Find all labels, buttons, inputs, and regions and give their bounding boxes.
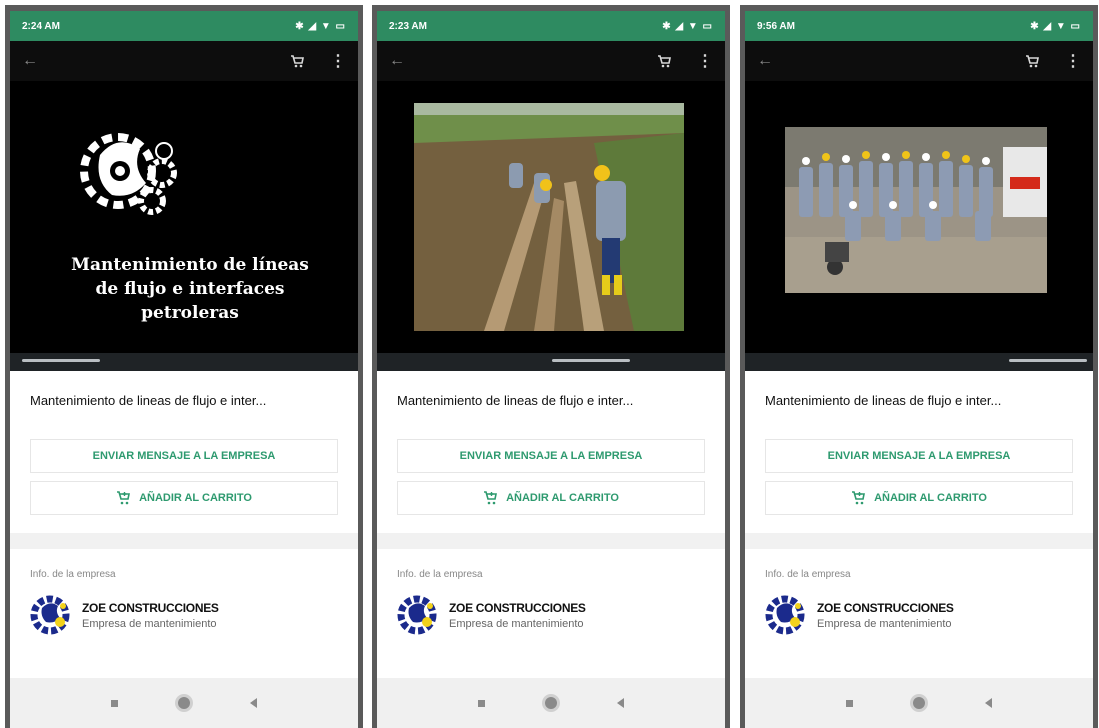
send-message-label: ENVIAR MENSAJE A LA EMPRESA	[827, 450, 1011, 462]
add-to-cart-button[interactable]: AÑADIR AL CARRITO	[765, 481, 1073, 515]
back-button-icon[interactable]	[250, 698, 257, 708]
recents-button-icon[interactable]	[111, 699, 118, 707]
home-button-icon[interactable]	[178, 697, 190, 709]
cart-icon[interactable]	[657, 54, 671, 68]
more-vert-icon[interactable]: ⋮	[330, 51, 346, 71]
carousel-indicator[interactable]	[1009, 359, 1087, 362]
status-bar: 2:24 AM ✱ ◢ ▼ ▭	[10, 11, 358, 41]
send-message-label: ENVIAR MENSAJE A LA EMPRESA	[459, 450, 643, 462]
product-image-carousel[interactable]	[745, 81, 1093, 371]
screen: 2:23 AM ✱ ◢ ▼ ▭ ← ⋮ Mantenimiento de lin…	[377, 11, 725, 728]
product-details: Mantenimiento de lineas de flujo e inter…	[10, 371, 358, 636]
add-cart-icon	[852, 491, 866, 505]
company-card[interactable]: ZOE CONSTRUCCIONES Empresa de mantenimie…	[30, 594, 338, 636]
status-bar: 2:23 AM ✱ ◢ ▼ ▭	[377, 11, 725, 41]
cart-icon[interactable]	[1025, 54, 1039, 68]
status-bar: 9:56 AM ✱ ◢ ▼ ▭	[745, 11, 1093, 41]
send-message-label: ENVIAR MENSAJE A LA EMPRESA	[92, 450, 276, 462]
system-nav-bar	[10, 678, 358, 728]
company-card[interactable]: ZOE CONSTRUCCIONES Empresa de mantenimie…	[397, 594, 705, 636]
status-time: 2:24 AM	[22, 20, 60, 32]
add-to-cart-button[interactable]: AÑADIR AL CARRITO	[397, 481, 705, 515]
carousel-track	[745, 353, 1093, 371]
gear-head-logo-icon	[80, 133, 177, 215]
carousel-indicator[interactable]	[552, 359, 630, 362]
slide-title: Mantenimiento de líneas de flujo e inter…	[71, 255, 309, 323]
phone-3: 9:56 AM ✱ ◢ ▼ ▭ ← ⋮ Mantenimiento de lin…	[740, 5, 1098, 728]
back-arrow-icon[interactable]: ←	[757, 52, 773, 70]
company-info-label: Info. de la empresa	[30, 569, 116, 580]
section-divider	[10, 533, 358, 549]
back-button-icon[interactable]	[617, 698, 624, 708]
system-nav-bar	[377, 678, 725, 728]
company-card[interactable]: ZOE CONSTRUCCIONES Empresa de mantenimie…	[765, 594, 1073, 636]
company-logo-icon	[397, 595, 437, 635]
product-title: Mantenimiento de lineas de flujo e inter…	[397, 393, 634, 408]
screen: 2:24 AM ✱ ◢ ▼ ▭ ← ⋮ Mantenimiento de lín…	[10, 11, 358, 728]
back-arrow-icon[interactable]: ←	[22, 52, 38, 70]
toolbar: ← ⋮	[377, 41, 725, 81]
product-details: Mantenimiento de lineas de flujo e inter…	[745, 371, 1093, 636]
screen: 9:56 AM ✱ ◢ ▼ ▭ ← ⋮ Mantenimiento de lin…	[745, 11, 1093, 728]
add-to-cart-button[interactable]: AÑADIR AL CARRITO	[30, 481, 338, 515]
section-divider	[377, 533, 725, 549]
send-message-button[interactable]: ENVIAR MENSAJE A LA EMPRESA	[30, 439, 338, 473]
product-title: Mantenimiento de lineas de flujo e inter…	[30, 393, 267, 408]
more-vert-icon[interactable]: ⋮	[697, 51, 713, 71]
recents-button-icon[interactable]	[478, 699, 485, 707]
back-arrow-icon[interactable]: ←	[389, 52, 405, 70]
company-description: Empresa de mantenimiento	[82, 617, 217, 630]
add-to-cart-label: AÑADIR AL CARRITO	[139, 492, 252, 504]
company-info-label: Info. de la empresa	[397, 569, 483, 580]
add-to-cart-label: AÑADIR AL CARRITO	[506, 492, 619, 504]
phone-1: 2:24 AM ✱ ◢ ▼ ▭ ← ⋮ Mantenimiento de lín…	[5, 5, 363, 728]
toolbar: ← ⋮	[745, 41, 1093, 81]
send-message-button[interactable]: ENVIAR MENSAJE A LA EMPRESA	[397, 439, 705, 473]
carousel-track	[10, 353, 358, 371]
product-image-carousel[interactable]: Mantenimiento de líneas de flujo e inter…	[10, 81, 358, 371]
home-button-icon[interactable]	[545, 697, 557, 709]
phone-2: 2:23 AM ✱ ◢ ▼ ▭ ← ⋮ Mantenimiento de lin…	[372, 5, 730, 728]
send-message-button[interactable]: ENVIAR MENSAJE A LA EMPRESA	[765, 439, 1073, 473]
cart-icon[interactable]	[290, 54, 304, 68]
status-icons: ✱ ◢ ▼ ▭	[1030, 20, 1081, 32]
status-time: 9:56 AM	[757, 20, 795, 32]
recents-button-icon[interactable]	[846, 699, 853, 707]
company-name: ZOE CONSTRUCCIONES	[449, 600, 586, 615]
team-group-photo	[785, 127, 1047, 293]
home-button-icon[interactable]	[913, 697, 925, 709]
product-details: Mantenimiento de lineas de flujo e inter…	[377, 371, 725, 636]
carousel-indicator[interactable]	[22, 359, 100, 362]
system-nav-bar	[745, 678, 1093, 728]
carousel-track	[377, 353, 725, 371]
product-image-carousel[interactable]	[377, 81, 725, 371]
back-button-icon[interactable]	[985, 698, 992, 708]
add-cart-icon	[117, 491, 131, 505]
company-name: ZOE CONSTRUCCIONES	[82, 600, 219, 615]
company-logo-icon	[30, 595, 70, 635]
product-title: Mantenimiento de lineas de flujo e inter…	[765, 393, 1002, 408]
status-time: 2:23 AM	[389, 20, 427, 32]
company-name: ZOE CONSTRUCCIONES	[817, 600, 954, 615]
toolbar: ← ⋮	[10, 41, 358, 81]
status-icons: ✱ ◢ ▼ ▭	[662, 20, 713, 32]
pipeline-workers-photo	[414, 103, 684, 331]
more-vert-icon[interactable]: ⋮	[1065, 51, 1081, 71]
add-to-cart-label: AÑADIR AL CARRITO	[874, 492, 987, 504]
company-info-label: Info. de la empresa	[765, 569, 851, 580]
company-logo-icon	[765, 595, 805, 635]
status-icons: ✱ ◢ ▼ ▭	[295, 20, 346, 32]
add-cart-icon	[484, 491, 498, 505]
company-description: Empresa de mantenimiento	[817, 617, 952, 630]
section-divider	[745, 533, 1093, 549]
company-description: Empresa de mantenimiento	[449, 617, 584, 630]
